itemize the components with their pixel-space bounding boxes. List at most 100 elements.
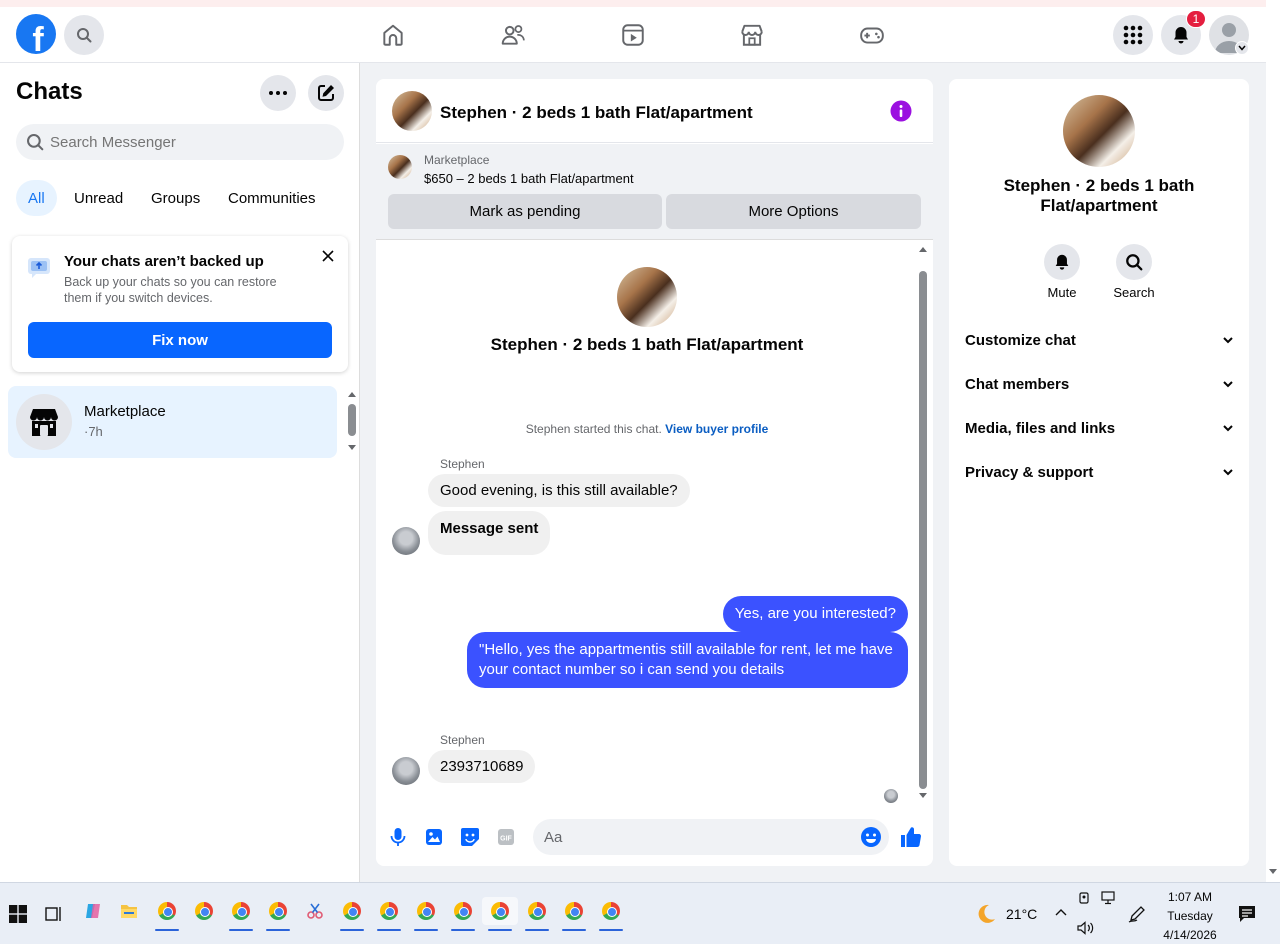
- message-bubble-incoming[interactable]: Good evening, is this still available?: [428, 474, 690, 507]
- taskbar-file-explorer[interactable]: [115, 897, 143, 925]
- taskbar-chrome-10[interactable]: [523, 897, 551, 931]
- backup-cloud-icon: [28, 258, 50, 278]
- chevron-down-icon: [1223, 468, 1233, 475]
- taskbar-chrome-1[interactable]: [153, 897, 181, 931]
- chevron-down-icon: [1238, 45, 1246, 51]
- filter-tab-unread[interactable]: Unread: [62, 180, 135, 216]
- gif-icon[interactable]: GIF: [497, 828, 515, 846]
- nav-friends[interactable]: [483, 13, 543, 57]
- accordion-media-files-links[interactable]: Media, files and links: [965, 406, 1233, 450]
- conversation-header: Stephen · 2 beds 1 bath Flat/apartment: [376, 79, 933, 143]
- chrome-icon: [602, 902, 620, 920]
- taskbar-chrome-8[interactable]: [449, 897, 477, 931]
- taskbar-chrome-4[interactable]: [264, 897, 292, 931]
- message-bubble-outgoing[interactable]: Yes, are you interested?: [722, 596, 908, 632]
- taskbar-chrome-7[interactable]: [412, 897, 440, 931]
- message-bubble-incoming[interactable]: 2393710689: [428, 750, 536, 783]
- moon-weather-icon[interactable]: [975, 903, 997, 925]
- nav-video[interactable]: [603, 13, 663, 57]
- nav-gaming[interactable]: [842, 13, 902, 57]
- photo-icon[interactable]: [425, 828, 443, 846]
- search-messenger[interactable]: [16, 124, 344, 160]
- sender-avatar[interactable]: [392, 527, 420, 555]
- mute-button[interactable]: [1044, 244, 1080, 280]
- notification-center-icon[interactable]: [1238, 905, 1256, 923]
- pen-icon[interactable]: [1128, 905, 1146, 923]
- home-icon: [383, 24, 403, 46]
- chats-options-button[interactable]: [260, 75, 296, 111]
- accordion-privacy-support[interactable]: Privacy & support: [965, 450, 1233, 494]
- taskbar-clock[interactable]: 1:07 AM Tuesday 4/14/2026: [1150, 888, 1230, 944]
- emoji-icon[interactable]: [860, 826, 882, 848]
- message-bubble-outgoing[interactable]: "Hello, yes the appartmentis still avail…: [467, 632, 908, 688]
- meet-now-icon[interactable]: [1078, 891, 1092, 905]
- more-options-button[interactable]: More Options: [666, 194, 921, 229]
- message-input[interactable]: Aa: [533, 819, 889, 855]
- close-icon[interactable]: [322, 250, 334, 262]
- account-dropdown[interactable]: [1235, 41, 1249, 55]
- listing-thumbnail[interactable]: [388, 155, 412, 179]
- conversation-avatar[interactable]: [392, 91, 432, 131]
- taskbar-chrome-3[interactable]: [227, 897, 255, 931]
- chrome-icon: [491, 902, 509, 920]
- sidebar-scroll-down-icon[interactable]: [347, 444, 357, 452]
- accordion-customize-chat[interactable]: Customize chat: [965, 318, 1233, 362]
- search-icon: [27, 134, 44, 151]
- sender-avatar[interactable]: [392, 757, 420, 785]
- sticker-icon[interactable]: [460, 827, 480, 847]
- search-messenger-input[interactable]: [50, 133, 320, 151]
- taskbar-chrome-11[interactable]: [560, 897, 588, 931]
- windows-start-icon[interactable]: [9, 905, 27, 923]
- chevron-down-icon: [1223, 380, 1233, 387]
- microphone-icon[interactable]: [389, 827, 407, 847]
- fix-now-button[interactable]: Fix now: [28, 322, 332, 358]
- view-buyer-profile-link[interactable]: View buyer profile: [665, 422, 768, 436]
- chrome-icon: [195, 902, 213, 920]
- info-icon[interactable]: [890, 100, 912, 122]
- conversation-title[interactable]: Stephen · 2 beds 1 bath Flat/apartment: [440, 103, 753, 123]
- chevron-up-icon[interactable]: [1055, 908, 1067, 916]
- taskbar-chrome-6[interactable]: [375, 897, 403, 931]
- sidebar-scrollbar-thumb[interactable]: [348, 404, 356, 436]
- marketplace-store-icon: [30, 409, 58, 436]
- task-view-icon[interactable]: [45, 905, 63, 923]
- volume-icon[interactable]: [1077, 921, 1095, 935]
- nav-home[interactable]: [363, 13, 423, 57]
- thumbs-up-icon[interactable]: [900, 826, 922, 848]
- facebook-logo[interactable]: f: [16, 14, 56, 54]
- taskbar-chrome-5[interactable]: [338, 897, 366, 931]
- snipping-tool-icon: [307, 903, 323, 919]
- marketplace-listing-bar: Marketplace $650 – 2 beds 1 bath Flat/ap…: [376, 144, 933, 240]
- taskbar-chrome-2[interactable]: [190, 897, 218, 925]
- chat-scroll-up-icon[interactable]: [918, 245, 928, 253]
- menu-button[interactable]: [1113, 15, 1153, 55]
- filter-tab-all[interactable]: All: [16, 180, 57, 216]
- conversation-panel: Stephen · 2 beds 1 bath Flat/apartment M…: [376, 79, 933, 866]
- chrome-icon: [565, 902, 583, 920]
- new-message-button[interactable]: [308, 75, 344, 111]
- taskbar-snipping[interactable]: [301, 897, 329, 925]
- search-button[interactable]: [64, 15, 104, 55]
- accordion-chat-members[interactable]: Chat members: [965, 362, 1233, 406]
- network-icon[interactable]: [1101, 891, 1119, 905]
- grid-menu-icon: [1123, 25, 1143, 45]
- taskbar-chrome-12[interactable]: [597, 897, 625, 931]
- filter-tab-groups[interactable]: Groups: [139, 180, 212, 216]
- notification-badge: 1: [1186, 10, 1206, 28]
- chat-list-item-marketplace[interactable]: Marketplace ·7h: [8, 386, 337, 458]
- listing-title[interactable]: $650 – 2 beds 1 bath Flat/apartment: [424, 171, 634, 186]
- info-avatar[interactable]: [1063, 95, 1135, 167]
- weather-temperature[interactable]: 21°C: [1006, 906, 1037, 922]
- filter-tab-communities[interactable]: Communities: [216, 180, 328, 216]
- chat-scrollbar-thumb[interactable]: [919, 271, 927, 789]
- page-scroll-down-icon[interactable]: [1268, 868, 1278, 876]
- taskbar-chrome-9-active[interactable]: [482, 897, 518, 931]
- chat-scroll-down-icon[interactable]: [918, 792, 928, 800]
- nav-marketplace[interactable]: [722, 13, 782, 57]
- mark-as-pending-button[interactable]: Mark as pending: [388, 194, 662, 229]
- message-bubble-incoming[interactable]: Message sent: [428, 511, 551, 555]
- search-in-chat-button[interactable]: [1116, 244, 1152, 280]
- taskbar-copilot[interactable]: [79, 897, 107, 925]
- sidebar-scroll-up-icon[interactable]: [347, 390, 357, 398]
- more-dots-icon: [269, 91, 287, 95]
